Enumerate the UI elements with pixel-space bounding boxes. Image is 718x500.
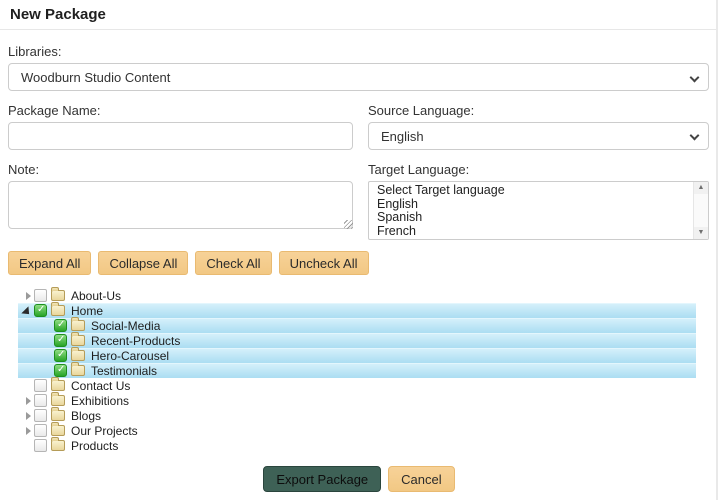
collapse-node-icon[interactable] [18,304,34,318]
expand-all-button[interactable]: Expand All [8,251,91,275]
checkbox-checked[interactable] [54,349,67,362]
package-name-label: Package Name: [8,103,101,118]
source-language-select-value: English [381,129,424,144]
triangle-collapsed-icon [26,292,31,300]
chevron-down-icon [690,73,700,83]
uncheck-all-button[interactable]: Uncheck All [279,251,369,275]
target-language-option[interactable]: French [375,225,708,239]
tree-node-label[interactable]: Exhibitions [70,394,129,408]
source-language-select[interactable]: English [368,122,709,150]
tree-row[interactable]: Home [18,303,696,318]
package-name-input[interactable] [8,122,353,150]
folder-icon [51,440,65,451]
expand-node-icon[interactable] [18,409,34,423]
target-language-listbox[interactable]: Select Target languageEnglishSpanishFren… [368,181,709,240]
libraries-select-value: Woodburn Studio Content [21,70,170,85]
checkbox-checked[interactable] [54,334,67,347]
tree-row[interactable]: Social-Media [18,318,696,333]
tree-indent [18,355,38,356]
tree-node-label[interactable]: Social-Media [90,319,160,333]
tree-node-label[interactable]: Hero-Carousel [90,349,169,363]
tree-node-label[interactable]: Contact Us [70,379,130,393]
checkbox-checked[interactable] [54,364,67,377]
tree-row[interactable]: Recent-Products [18,333,696,348]
checkbox-checked[interactable] [54,319,67,332]
checkbox-unchecked[interactable] [34,289,47,302]
folder-icon [51,380,65,391]
tree-node-label[interactable]: Products [70,439,118,453]
export-package-button[interactable]: Export Package [263,466,381,492]
tree-row[interactable]: Hero-Carousel [18,348,696,363]
tree-row[interactable]: Testimonials [18,363,696,378]
tree-node-label[interactable]: Testimonials [90,364,157,378]
collapse-all-button[interactable]: Collapse All [98,251,188,275]
page-title: New Package [10,6,106,23]
folder-icon [51,305,65,316]
tree-node-label[interactable]: Home [70,304,103,318]
check-all-button[interactable]: Check All [195,251,271,275]
libraries-select[interactable]: Woodburn Studio Content [8,63,709,91]
tree-indent [18,340,38,341]
scroll-down-icon[interactable]: ▼ [694,227,708,239]
expand-node-icon[interactable] [18,289,34,303]
tree-node-label[interactable]: About-Us [70,289,121,303]
expand-node-icon[interactable] [18,394,34,408]
tree-row[interactable]: Contact Us [18,378,696,393]
target-language-option[interactable]: Select Target language [375,184,708,198]
note-textarea[interactable] [8,181,353,229]
tree-row[interactable]: Exhibitions [18,393,696,408]
target-language-option[interactable]: English [375,198,708,212]
folder-icon [51,290,65,301]
scroll-up-icon[interactable]: ▲ [694,182,708,194]
folder-icon [71,350,85,361]
checkbox-checked[interactable] [34,304,47,317]
folder-icon [51,395,65,406]
form-actions: Export Package Cancel [0,466,718,492]
checkbox-unchecked[interactable] [34,394,47,407]
triangle-collapsed-icon [26,397,31,405]
checkbox-unchecked[interactable] [34,409,47,422]
listbox-scrollbar[interactable]: ▲ ▼ [693,182,708,239]
folder-icon [71,365,85,376]
content-tree: About-UsHomeSocial-MediaRecent-ProductsH… [18,288,698,453]
target-language-option[interactable]: Spanish [375,211,708,225]
triangle-collapsed-icon [26,412,31,420]
tree-row[interactable]: Products [18,438,696,453]
folder-icon [71,320,85,331]
target-language-label: Target Language: [368,162,469,177]
note-label: Note: [8,162,39,177]
expand-node-icon[interactable] [18,424,34,438]
checkbox-unchecked[interactable] [34,424,47,437]
tree-row[interactable]: Our Projects [18,423,696,438]
tree-node-label[interactable]: Recent-Products [90,334,180,348]
title-divider [0,29,718,30]
tree-node-label[interactable]: Blogs [70,409,101,423]
tree-row[interactable]: About-Us [18,288,696,303]
chevron-down-icon [690,131,700,141]
triangle-collapsed-icon [26,427,31,435]
new-package-page: New Package Libraries: Woodburn Studio C… [0,0,718,500]
tree-indent [18,325,38,326]
checkbox-unchecked[interactable] [34,439,47,452]
tree-toolbar: Expand All Collapse All Check All Uncheck A… [8,251,369,275]
libraries-label: Libraries: [8,44,61,59]
triangle-expanded-icon [21,306,32,317]
tree-node-label[interactable]: Our Projects [70,424,138,438]
tree-indent [18,370,38,371]
folder-icon [51,425,65,436]
source-language-label: Source Language: [368,103,474,118]
folder-icon [51,410,65,421]
tree-row[interactable]: Blogs [18,408,696,423]
folder-icon [71,335,85,346]
checkbox-unchecked[interactable] [34,379,47,392]
cancel-button[interactable]: Cancel [388,466,454,492]
